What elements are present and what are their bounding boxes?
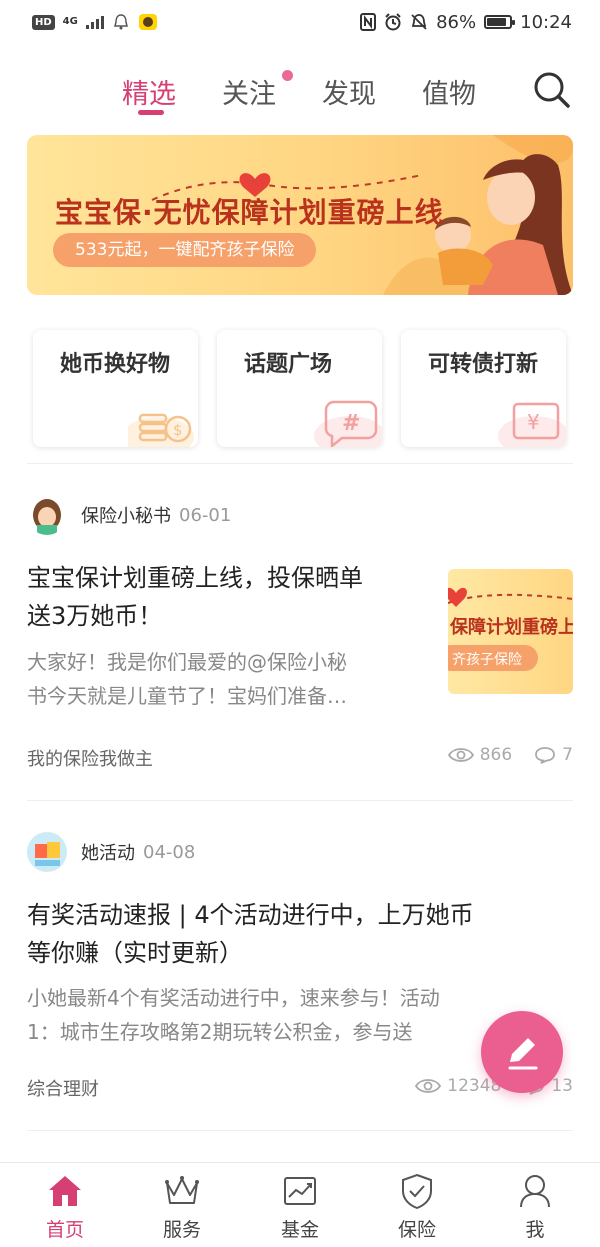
- coin-stack-icon: $: [128, 413, 194, 447]
- comment-count: 13: [551, 1076, 573, 1096]
- nav-me[interactable]: 我: [485, 1171, 585, 1242]
- nav-label: 首页: [45, 1219, 84, 1241]
- post-stats: 866 7: [447, 745, 573, 765]
- tab-active-indicator: [138, 110, 164, 115]
- alarm-icon: [385, 13, 401, 31]
- nav-label: 保险: [397, 1219, 436, 1241]
- chart-icon: [284, 1177, 316, 1205]
- tab-unread-dot: [282, 70, 293, 81]
- promo-banner[interactable]: 宝宝保·无忧保障计划重磅上线 533元起，一键配齐孩子保险: [27, 135, 573, 295]
- author-name[interactable]: 她活动: [81, 839, 135, 865]
- thumbnail-text: 保障计划重磅上: [450, 617, 573, 638]
- nav-label: 我: [525, 1219, 545, 1241]
- clock: 10:24: [520, 11, 572, 33]
- hd-badge: HD: [32, 14, 55, 30]
- battery-fill: [487, 18, 507, 26]
- person-icon: [520, 1175, 550, 1208]
- comment-icon: [535, 747, 556, 764]
- status-right: 86% 10:24: [360, 12, 572, 33]
- view-count: 866: [479, 745, 513, 765]
- avatar[interactable]: [27, 832, 67, 872]
- post-topic[interactable]: 综合理财: [27, 1075, 99, 1101]
- post-title-line: 宝宝保计划重磅上线，投保晒单: [27, 564, 363, 592]
- post-excerpt-line: 书今天就是儿童节了！宝妈们准备…: [27, 684, 347, 708]
- status-bar: HD 4G 86% 10:24: [0, 0, 600, 44]
- shortcut-card-topic-square[interactable]: 话题广场 #: [217, 330, 382, 447]
- section-divider: [27, 800, 573, 801]
- bell-notification-icon: [113, 14, 128, 30]
- post-title-line: 送3万她币！: [27, 602, 163, 630]
- banner-title: 宝宝保·无忧保障计划重磅上线: [55, 196, 444, 229]
- svg-text:¥: ¥: [527, 410, 540, 434]
- avatar-image: [27, 495, 67, 535]
- post-title-line: 有奖活动速报 | 4个活动进行中，上万她币: [27, 901, 474, 929]
- top-tabs: 精选 关注 发现 值物: [0, 62, 600, 122]
- shortcut-card-bond-ipo[interactable]: 可转债打新 ¥: [401, 330, 566, 447]
- shortcut-label: 话题广场: [244, 352, 333, 377]
- battery-percent: 86%: [436, 11, 477, 33]
- svg-text:#: #: [342, 411, 360, 436]
- mute-icon: [411, 14, 427, 30]
- author-name[interactable]: 保险小秘书: [81, 502, 171, 528]
- home-icon: [49, 1176, 81, 1206]
- nav-label: 服务: [162, 1219, 201, 1241]
- tab-featured[interactable]: 精选: [122, 72, 176, 111]
- nav-services[interactable]: 服务: [132, 1171, 232, 1242]
- post-topic[interactable]: 我的保险我做主: [27, 745, 153, 771]
- post-excerpt-line: 小她最新4个有奖活动进行中，速来参与！活动: [27, 986, 440, 1010]
- post-title[interactable]: 宝宝保计划重磅上线，投保晒单 送3万她币！: [27, 559, 363, 635]
- nav-insurance[interactable]: 保险: [367, 1171, 467, 1242]
- svg-text:$: $: [173, 421, 183, 439]
- post-date: 04-08: [143, 841, 196, 863]
- search-icon: [534, 72, 570, 108]
- tab-following[interactable]: 关注: [222, 72, 276, 111]
- comment-count: 7: [562, 745, 573, 765]
- eye-icon: [447, 748, 474, 762]
- yen-ticket-icon: ¥: [498, 402, 566, 447]
- search-button[interactable]: [532, 70, 572, 110]
- banner-subtitle: 533元起，一键配齐孩子保险: [53, 233, 317, 267]
- crown-icon: [165, 1176, 199, 1204]
- section-divider: [27, 1130, 573, 1131]
- compose-button[interactable]: [481, 1011, 563, 1093]
- avatar-image: [27, 832, 67, 872]
- post-title[interactable]: 有奖活动速报 | 4个活动进行中，上万她币 等你赚（实时更新）: [27, 896, 474, 972]
- pencil-icon: [508, 1038, 538, 1070]
- network-type: 4G: [62, 16, 78, 27]
- eye-icon: [415, 1079, 442, 1093]
- shortcut-label: 她币换好物: [60, 352, 171, 377]
- shortcut-label: 可转债打新: [428, 352, 539, 377]
- avatar[interactable]: [27, 495, 67, 535]
- signal-icon: [85, 15, 104, 29]
- nav-home[interactable]: 首页: [15, 1171, 115, 1242]
- status-left: HD 4G: [32, 13, 158, 31]
- post-excerpt: 大家好！我是你们最爱的@保险小秘 书今天就是儿童节了！宝妈们准备…: [27, 645, 347, 713]
- hashtag-bubble-icon: #: [314, 400, 382, 447]
- post-author-row: 她活动 04-08: [27, 832, 195, 872]
- post-date: 06-01: [179, 504, 232, 526]
- nav-funds[interactable]: 基金: [250, 1171, 350, 1242]
- post-author-row: 保险小秘书 06-01: [27, 495, 231, 535]
- post-thumbnail[interactable]: 保障计划重磅上 齐孩子保险: [448, 569, 573, 694]
- section-divider: [27, 463, 573, 464]
- bottom-nav: 首页 服务 基金 保险 我: [0, 1162, 600, 1247]
- battery-icon: [484, 15, 516, 29]
- shield-icon: [402, 1173, 432, 1210]
- post-excerpt-line: 大家好！我是你们最爱的@保险小秘: [27, 650, 347, 674]
- nav-label: 基金: [280, 1219, 319, 1241]
- post-title-line: 等你赚（实时更新）: [27, 939, 243, 967]
- app-notification-icon: [138, 14, 157, 30]
- tab-goods[interactable]: 值物: [422, 72, 476, 111]
- thumbnail-subtext: 齐孩子保险: [452, 652, 522, 668]
- tab-discover[interactable]: 发现: [322, 72, 376, 111]
- shortcut-cards: 她币换好物 $ 话题广场 # 可转债打新 ¥: [33, 330, 567, 447]
- nfc-icon: [360, 13, 377, 31]
- shortcut-card-coin-exchange[interactable]: 她币换好物 $: [33, 330, 198, 447]
